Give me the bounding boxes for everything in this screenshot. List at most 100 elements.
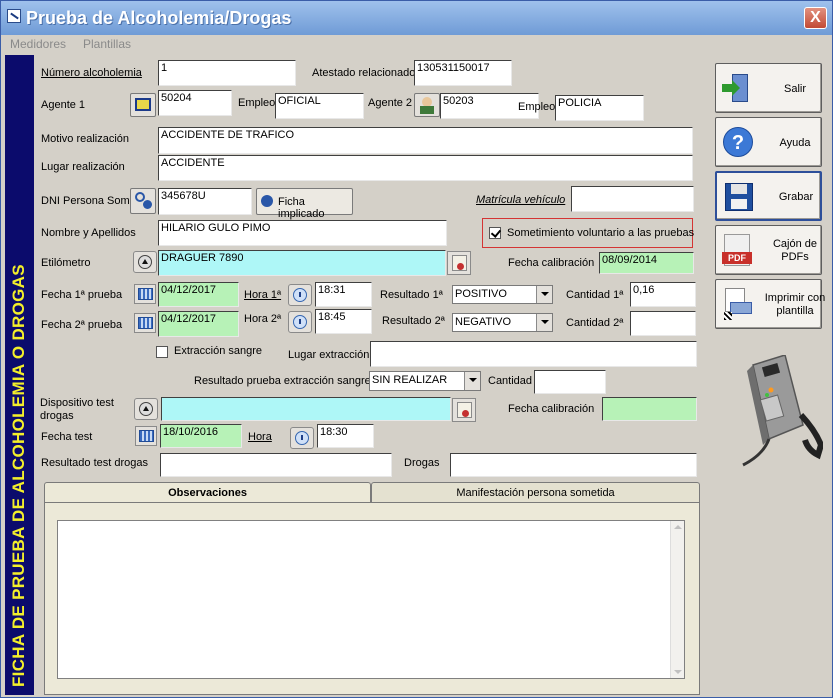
resultado1-select[interactable]: POSITIVO	[452, 285, 553, 304]
atestado-input[interactable]: 130531150017	[414, 60, 512, 86]
resultado-test-label: Resultado test drogas	[41, 457, 149, 469]
sometimiento-box[interactable]: Sometimiento voluntario a las pruebas	[482, 218, 695, 248]
cantidad1-input[interactable]: 0,16	[630, 282, 696, 307]
exit-door-icon	[722, 72, 754, 104]
empleo1-label: Empleo	[238, 97, 276, 109]
lugar-extraccion-input[interactable]	[370, 341, 697, 367]
cajon-label: Cajón de PDFs	[772, 238, 818, 263]
info-icon	[261, 195, 273, 207]
certificate-icon	[457, 402, 472, 418]
hora1-label: Hora 1ª	[244, 289, 282, 301]
fecha-calibracion2-input[interactable]	[602, 397, 697, 421]
fecha2-calendar-button[interactable]	[134, 313, 156, 333]
motivo-label: Motivo realización	[41, 133, 130, 145]
empleo2-label: Empleo	[518, 101, 556, 113]
hora-input[interactable]: 18:30	[317, 424, 374, 448]
fecha1-label: Fecha 1ª prueba	[41, 289, 123, 301]
lugar-input[interactable]: ACCIDENTE	[158, 155, 693, 181]
hora-clock-button[interactable]	[290, 427, 314, 449]
cantidad1-label: Cantidad 1ª	[566, 289, 624, 301]
calendar-icon	[138, 317, 153, 329]
resultado-extraccion-select[interactable]: SIN REALIZAR	[369, 371, 481, 391]
dni-label: DNI Persona Som.	[41, 195, 133, 207]
clock-icon	[295, 431, 309, 445]
ayuda-button[interactable]: ? Ayuda	[715, 117, 822, 167]
fecha-test-input[interactable]: 18/10/2016	[160, 424, 242, 448]
resultado-test-input[interactable]	[160, 453, 392, 477]
breathalyzer-device-image	[742, 355, 823, 467]
drogas-input[interactable]	[450, 453, 697, 477]
imprimir-plantilla-button[interactable]: Imprimir con plantilla	[715, 279, 825, 329]
tab-observaciones[interactable]: Observaciones	[44, 482, 371, 502]
resultado1-label: Resultado 1ª	[380, 289, 443, 301]
fecha-calibracion-label: Fecha calibración	[508, 257, 595, 269]
app-icon	[7, 9, 21, 23]
up-arrow-icon	[139, 402, 153, 416]
cajon-pdfs-button[interactable]: PDF Cajón de PDFs	[715, 225, 822, 275]
menu-medidores[interactable]: Medidores	[10, 37, 66, 51]
resultado2-value: NEGATIVO	[455, 316, 512, 328]
dispositivo-select-button[interactable]	[134, 398, 158, 420]
matricula-input[interactable]	[571, 186, 694, 212]
menu-plantillas[interactable]: Plantillas	[83, 37, 131, 51]
etilometro-certificate-button[interactable]	[447, 251, 471, 275]
salir-label: Salir	[783, 83, 806, 95]
resultado-extraccion-label: Resultado prueba extracción sangre	[194, 375, 371, 387]
dropdown-arrow-icon[interactable]	[536, 286, 552, 303]
agente2-label: Agente 2	[368, 97, 413, 109]
help-icon: ?	[722, 126, 754, 158]
cantidad-input[interactable]	[534, 370, 606, 394]
fecha2-input[interactable]: 04/12/2017	[158, 311, 239, 337]
hora1-input[interactable]: 18:31	[315, 282, 372, 307]
save-disk-icon	[723, 181, 755, 213]
agente1-label: Agente 1	[41, 99, 86, 111]
window-title: Prueba de Alcoholemia/Drogas	[26, 8, 292, 28]
fecha-test-calendar-button[interactable]	[135, 426, 157, 446]
certificate-icon	[452, 255, 467, 271]
fecha-calibracion-input[interactable]: 08/09/2014	[599, 252, 694, 274]
agente1-input[interactable]: 50204	[158, 90, 232, 116]
empleo1-input[interactable]: OFICIAL	[275, 93, 364, 119]
fecha-calibracion2-label: Fecha calibración	[508, 403, 595, 415]
close-button[interactable]: X	[804, 7, 827, 29]
fecha1-input[interactable]: 04/12/2017	[158, 282, 239, 307]
sometimiento-checkbox[interactable]	[489, 227, 501, 239]
dispositivo-certificate-button[interactable]	[452, 398, 476, 422]
menu-bar: Medidores Plantillas	[1, 35, 832, 53]
pdf-icon: PDF	[722, 234, 754, 266]
numero-input[interactable]: 1	[158, 60, 296, 86]
dni-input[interactable]: 345678U	[158, 188, 252, 215]
persona-lookup-button[interactable]	[130, 188, 156, 214]
dropdown-arrow-icon[interactable]	[464, 372, 480, 390]
action-panel: Salir ? Ayuda Grabar PDF Cajón de PDFs I…	[709, 55, 831, 695]
hora2-input[interactable]: 18:45	[315, 309, 372, 334]
etilometro-select-button[interactable]	[133, 251, 157, 273]
resultado2-select[interactable]: NEGATIVO	[452, 313, 553, 332]
agente1-lookup-button[interactable]	[130, 93, 156, 117]
agente2-lookup-button[interactable]	[414, 93, 440, 117]
empleo2-input[interactable]: POLICIA	[555, 95, 644, 121]
ayuda-label: Ayuda	[779, 137, 811, 149]
cantidad2-input[interactable]	[630, 311, 696, 336]
salir-button[interactable]: Salir	[715, 63, 822, 113]
tab-manifestacion[interactable]: Manifestación persona sometida	[371, 482, 700, 502]
up-arrow-icon	[138, 255, 152, 269]
sometimiento-label: Sometimiento voluntario a las pruebas	[507, 227, 695, 239]
extraccion-checkbox[interactable]	[156, 346, 168, 358]
grabar-label: Grabar	[778, 191, 814, 203]
etilometro-input[interactable]: DRAGUER 7890	[158, 250, 446, 276]
fecha2-label: Fecha 2ª prueba	[41, 319, 123, 331]
grabar-button[interactable]: Grabar	[715, 171, 822, 221]
cantidad-label: Cantidad	[488, 375, 533, 387]
dispositivo-input[interactable]	[161, 397, 451, 421]
hora2-clock-button[interactable]	[288, 311, 312, 333]
ficha-implicado-button[interactable]: Ficha implicado	[256, 188, 353, 220]
motivo-input[interactable]: ACCIDENTE DE TRAFICO	[158, 127, 693, 154]
nombre-input[interactable]: HILARIO GULO PIMO	[158, 220, 447, 246]
fecha1-calendar-button[interactable]	[134, 284, 156, 304]
observaciones-textarea[interactable]	[57, 520, 685, 679]
lugar-extraccion-label: Lugar extracción	[288, 349, 370, 361]
hora1-clock-button[interactable]	[288, 284, 312, 306]
dropdown-arrow-icon[interactable]	[536, 314, 552, 331]
scrollbar[interactable]	[670, 521, 684, 678]
